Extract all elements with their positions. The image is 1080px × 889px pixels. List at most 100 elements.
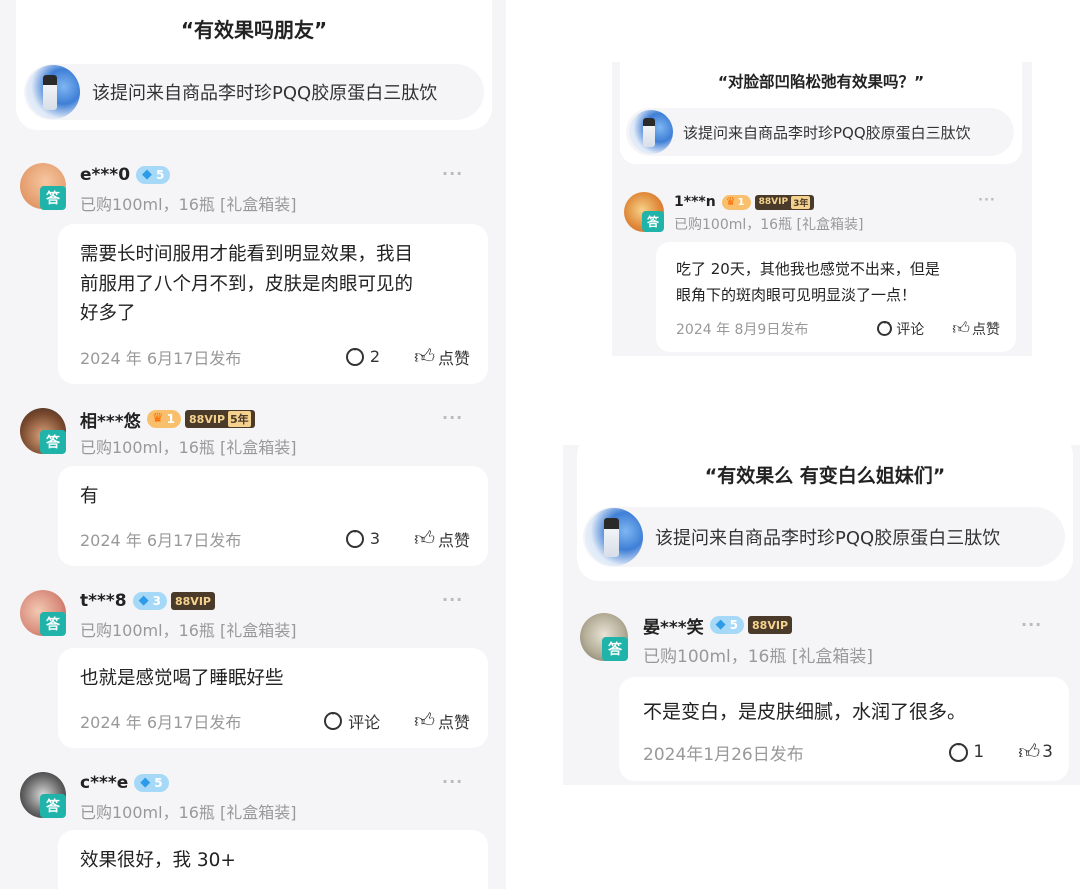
- thumbs-up-icon: 👍︎: [1018, 740, 1041, 764]
- level-badge: ♛ 1: [146, 410, 182, 428]
- product-text: 该提问来自商品李时珍PQQ胶原蛋白三肽饮: [92, 83, 438, 104]
- level-number: 5: [729, 618, 739, 632]
- like-button[interactable]: 👍︎ 点赞: [414, 344, 470, 369]
- product-thumbnail: [585, 508, 643, 566]
- more-icon[interactable]: ···: [442, 772, 463, 791]
- vip-label: 88VIP: [189, 412, 226, 426]
- comment-label: 评论: [896, 321, 925, 338]
- answer-bubble: 也就是感觉喝了睡眠好些 2024 年 6月17日发布 评论 👍︎点赞: [58, 648, 488, 748]
- vip-label: 88VIP: [758, 197, 789, 207]
- diamond-icon: ◆: [140, 775, 151, 790]
- vip-badge: 88VIP: [748, 616, 793, 634]
- answer-bubble: 吃了 20天，其他我也感觉不出来，但是 眼角下的斑肉眼可见明显淡了一点！ 202…: [656, 242, 1016, 352]
- like-button[interactable]: 👍︎ 3: [1018, 739, 1053, 765]
- like-button[interactable]: 👍︎ 点赞: [414, 708, 470, 733]
- question-title: “对脸部凹陷松弛有效果吗？”: [717, 73, 925, 91]
- answer-footer: 2024 年 6月17日发布 3 👍︎点赞: [80, 525, 470, 551]
- like-label: 点赞: [437, 530, 470, 550]
- vip-label: 88VIP: [175, 594, 211, 608]
- username[interactable]: 相***悠 ♛ 1 88VIP 5年: [80, 407, 255, 432]
- answer-bubble: 有 2024 年 6月17日发布 3 👍︎点赞: [58, 466, 488, 566]
- comment-button[interactable]: 2: [345, 343, 381, 366]
- answer-badge: 答: [40, 612, 66, 636]
- level-badge: ♛ 1: [721, 194, 751, 210]
- answer-text-line: 不是变白，是皮肤细腻，水润了很多。: [643, 701, 967, 723]
- more-icon[interactable]: ···: [442, 164, 463, 183]
- username[interactable]: 1***n ♛ 1 88VIP 3年: [674, 192, 815, 212]
- answer-text-line: 吃了 20天，其他我也感觉不出来，但是: [676, 260, 940, 278]
- more-icon[interactable]: ···: [1021, 615, 1042, 634]
- username[interactable]: e***0 ◆ 5: [80, 163, 171, 187]
- publish-date: 2024 年 6月17日发布: [80, 530, 242, 550]
- answer-footer: 2024 年 6月17日发布 评论 👍︎点赞: [80, 707, 470, 733]
- diamond-icon: ◆: [142, 167, 153, 182]
- like-label: 点赞: [437, 712, 470, 732]
- purchase-info: 已购100ml，16瓶 [礼盒箱装]: [80, 803, 297, 822]
- top-right-qa-panel: “对脸部凹陷松弛有效果吗？” 该提问来自商品李时珍PQQ胶原蛋白三肽饮 答 1*…: [612, 62, 1032, 356]
- thumbs-up-icon: 👍︎: [414, 344, 435, 368]
- level-number: 1: [737, 196, 745, 208]
- username-text: 1***n: [674, 194, 716, 210]
- level-number: 1: [166, 412, 176, 426]
- level-badge: ◆ 3: [132, 592, 167, 610]
- username-text: c***e: [80, 773, 129, 793]
- question-title: “有效果吗朋友”: [180, 18, 328, 42]
- username[interactable]: t***8 ◆ 3 88VIP: [80, 589, 215, 613]
- product-link[interactable]: 该提问来自商品李时珍PQQ胶原蛋白三肽饮: [24, 64, 484, 120]
- username-text: 相***悠: [80, 411, 141, 432]
- answer-text-line: 眼角下的斑肉眼可见明显淡了一点！: [676, 286, 917, 305]
- comment-button[interactable]: 评论: [877, 316, 925, 339]
- publish-date: 2024 年 8月9日发布: [676, 321, 809, 338]
- diamond-icon: ◆: [138, 593, 149, 608]
- product-link[interactable]: 该提问来自商品李时珍PQQ胶原蛋白三肽饮: [626, 108, 1014, 156]
- comment-count: 2: [369, 347, 381, 366]
- purchase-info: 已购100ml，16瓶 [礼盒箱装]: [80, 621, 297, 640]
- more-icon[interactable]: ···: [442, 590, 463, 609]
- answer-footer: 2024 年 8月9日发布 评论 👍︎点赞: [676, 316, 1000, 339]
- answer-badge: 答: [40, 794, 66, 818]
- more-icon[interactable]: ···: [442, 408, 463, 427]
- publish-date: 2024 年 6月17日发布: [80, 348, 242, 368]
- like-button[interactable]: 👍︎ 点赞: [952, 318, 1000, 339]
- thumbs-up-icon: 👍︎: [414, 708, 435, 732]
- like-label: 点赞: [972, 321, 1000, 338]
- level-badge: ◆ 5: [709, 616, 745, 634]
- question-title: “有效果么 有变白么姐妹们”: [704, 465, 946, 487]
- comment-icon: [345, 343, 364, 366]
- vip-label: 88VIP: [752, 618, 789, 632]
- comment-icon: [324, 707, 343, 730]
- purchase-info: 已购100ml，16瓶 [礼盒箱装]: [674, 217, 864, 233]
- answer-bubble: 需要长时间服用才能看到明显效果，我目 前服用了八个月不到，皮肤是肉眼可见的 好多…: [58, 224, 488, 384]
- thumbs-up-icon: 👍︎: [414, 526, 435, 550]
- question-card[interactable]: “有效果吗朋友” 该提问来自商品李时珍PQQ胶原蛋白三肽饮: [16, 0, 492, 130]
- question-card[interactable]: “有效果么 有变白么姐妹们” 该提问来自商品李时珍PQQ胶原蛋白三肽饮: [577, 445, 1073, 581]
- comment-button[interactable]: 评论: [324, 707, 381, 733]
- crown-icon: ♛: [151, 411, 164, 426]
- answer-text: 吃了 20天，其他我也感觉不出来，但是 眼角下的斑肉眼可见明显淡了一点！: [676, 256, 940, 309]
- comment-button[interactable]: 1: [949, 738, 985, 762]
- comment-icon: [877, 316, 893, 336]
- left-qa-panel: “有效果吗朋友” 该提问来自商品李时珍PQQ胶原蛋白三肽饮 答 e***0 ◆ 5…: [0, 0, 506, 889]
- level-number: 3: [152, 594, 161, 608]
- comment-count: 1: [973, 742, 985, 762]
- publish-date: 2024年1月26日发布: [643, 744, 804, 765]
- purchase-info: 已购100ml，16瓶 [礼盒箱装]: [80, 438, 297, 457]
- question-card[interactable]: “对脸部凹陷松弛有效果吗？” 该提问来自商品李时珍PQQ胶原蛋白三肽饮: [620, 62, 1022, 164]
- comment-icon: [345, 525, 364, 548]
- vip-years: 5年: [228, 411, 251, 427]
- more-icon[interactable]: ···: [978, 193, 996, 208]
- answer-text-line: 效果很好，我 30+: [80, 850, 236, 871]
- username[interactable]: c***e ◆ 5: [80, 771, 169, 795]
- product-text: 该提问来自商品李时珍PQQ胶原蛋白三肽饮: [683, 123, 971, 142]
- comment-count: 评论: [348, 712, 381, 732]
- comment-button[interactable]: 3: [345, 525, 381, 548]
- purchase-info: 已购100ml，16瓶 [礼盒箱装]: [80, 195, 297, 214]
- like-count: 3: [1042, 742, 1053, 762]
- like-button[interactable]: 👍︎ 点赞: [414, 526, 470, 551]
- answer-text-line: 有: [80, 486, 99, 507]
- vip-years: 3年: [791, 195, 811, 209]
- product-link[interactable]: 该提问来自商品李时珍PQQ胶原蛋白三肽饮: [583, 507, 1065, 567]
- comment-count: 3: [369, 529, 381, 548]
- purchase-info: 已购100ml，16瓶 [礼盒箱装]: [643, 647, 874, 667]
- username[interactable]: 晏***笑 ◆ 5 88VIP: [643, 613, 793, 638]
